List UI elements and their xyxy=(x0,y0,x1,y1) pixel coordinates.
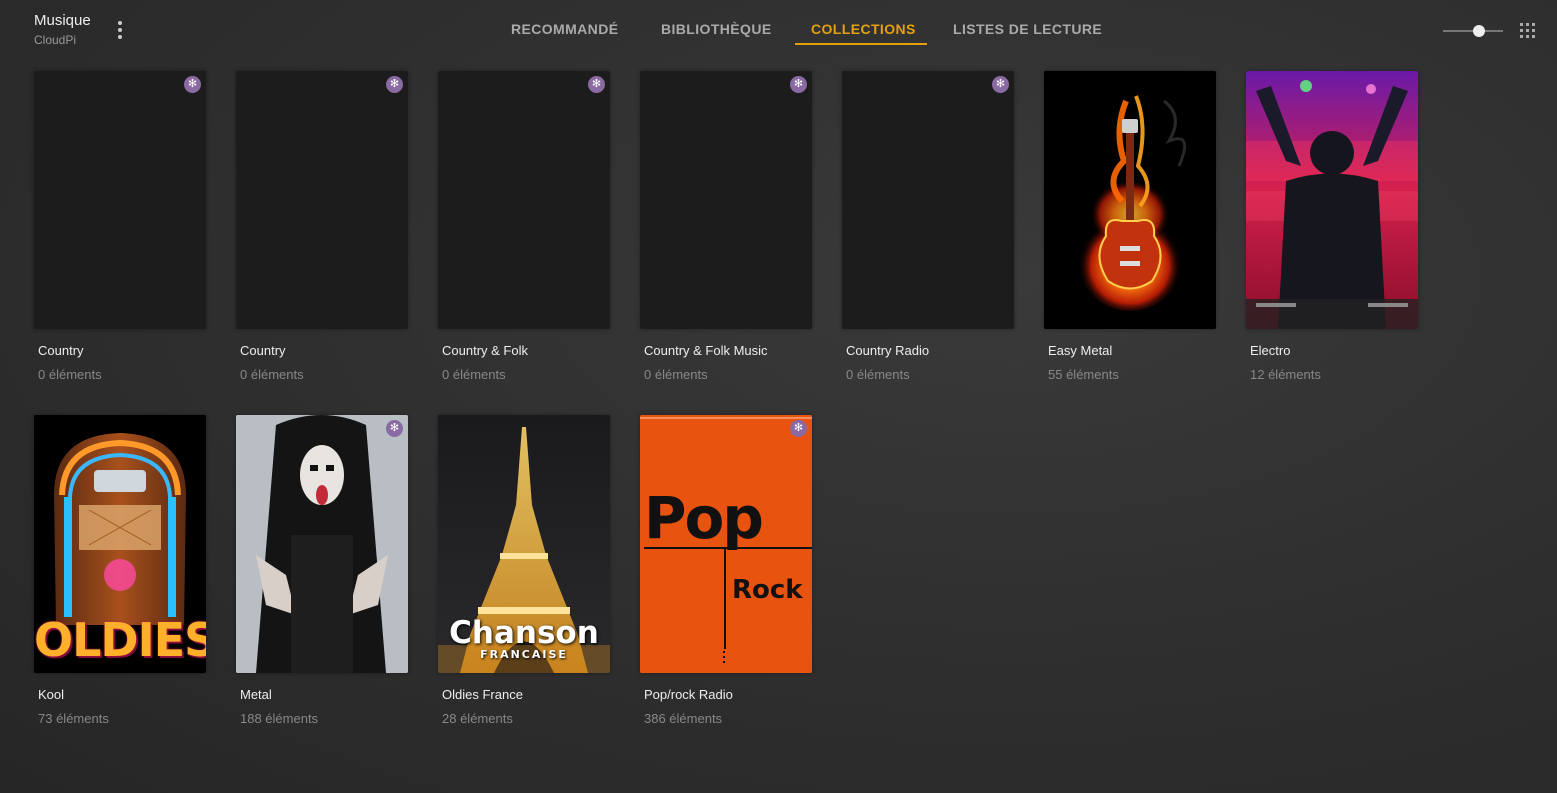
active-tab-indicator xyxy=(795,43,927,45)
gear-icon: ✻ xyxy=(790,420,807,437)
collection-card[interactable]: OLDIES Kool 73 éléments xyxy=(34,415,206,726)
gear-icon: ✻ xyxy=(790,76,807,93)
collection-count: 55 éléments xyxy=(1048,367,1119,382)
collection-poster[interactable]: ✻ xyxy=(640,71,812,329)
gear-icon: ✻ xyxy=(386,420,403,437)
collection-title[interactable]: Oldies France xyxy=(442,687,523,702)
poster-size-slider[interactable] xyxy=(1443,24,1503,38)
slider-thumb[interactable] xyxy=(1473,25,1485,37)
collection-card[interactable]: Electro 12 éléments xyxy=(1246,71,1418,382)
collection-title[interactable]: Electro xyxy=(1250,343,1290,358)
collection-count: 386 éléments xyxy=(644,711,723,726)
collection-title[interactable]: Country xyxy=(240,343,286,358)
top-bar: Musique CloudPi RECOMMANDÉ BIBLIOTHÈQUE … xyxy=(0,0,1557,60)
chanson-art-text: Chanson xyxy=(449,615,599,651)
tab-collections[interactable]: COLLECTIONS xyxy=(811,21,916,37)
collection-title[interactable]: Kool xyxy=(38,687,64,702)
collection-count: 12 éléments xyxy=(1250,367,1321,382)
collection-card[interactable]: ✻ Country & Folk Music 0 éléments xyxy=(640,71,812,382)
pop-art-text: Pop xyxy=(644,484,764,552)
collection-card[interactable]: Pop Rock ✻ Pop/rock Radio 386 éléments xyxy=(640,415,812,726)
view-mode-grid-icon[interactable] xyxy=(1519,22,1536,39)
collection-card[interactable]: Easy Metal 55 éléments xyxy=(1044,71,1216,382)
gear-icon: ✻ xyxy=(184,76,201,93)
collection-card[interactable]: ✻ Country 0 éléments xyxy=(236,71,408,382)
collection-title[interactable]: Country xyxy=(38,343,84,358)
collection-poster[interactable]: ✻ xyxy=(236,71,408,329)
collection-poster[interactable]: ✻ xyxy=(842,71,1014,329)
dj-concert-artwork xyxy=(1246,71,1418,329)
rock-art-subtext: Rock xyxy=(732,575,803,605)
collection-count: 0 éléments xyxy=(644,367,708,382)
collection-title[interactable]: Metal xyxy=(240,687,272,702)
collection-title[interactable]: Country & Folk xyxy=(442,343,528,358)
gear-icon: ✻ xyxy=(386,76,403,93)
collection-count: 0 éléments xyxy=(442,367,506,382)
collection-card[interactable]: ✻ Metal 188 éléments xyxy=(236,415,408,726)
collection-title[interactable]: Country & Folk Music xyxy=(644,343,768,358)
francaise-art-subtext: FRANCAISE xyxy=(480,648,568,661)
collection-card[interactable]: Chanson FRANCAISE Oldies France 28 éléme… xyxy=(438,415,610,726)
tab-playlists[interactable]: LISTES DE LECTURE xyxy=(953,21,1102,37)
collection-poster[interactable] xyxy=(1044,71,1216,329)
collection-count: 0 éléments xyxy=(38,367,102,382)
collection-count: 28 éléments xyxy=(442,711,513,726)
collection-card[interactable]: ✻ Country 0 éléments xyxy=(34,71,206,382)
tab-recommended[interactable]: RECOMMANDÉ xyxy=(511,21,618,37)
flaming-guitar-artwork xyxy=(1044,71,1216,329)
collection-card[interactable]: ✻ Country & Folk 0 éléments xyxy=(438,71,610,382)
metal-singer-artwork xyxy=(236,415,408,673)
collection-title[interactable]: Pop/rock Radio xyxy=(644,687,733,702)
oldies-art-text: OLDIES xyxy=(34,613,206,667)
gear-icon: ✻ xyxy=(588,76,605,93)
collection-title[interactable]: Easy Metal xyxy=(1048,343,1112,358)
collection-card[interactable]: ✻ Country Radio 0 éléments xyxy=(842,71,1014,382)
gear-icon: ✻ xyxy=(992,76,1009,93)
collection-poster[interactable]: OLDIES xyxy=(34,415,206,673)
collection-count: 73 éléments xyxy=(38,711,109,726)
tab-bar: RECOMMANDÉ BIBLIOTHÈQUE COLLECTIONS LIST… xyxy=(0,0,1557,60)
collection-poster[interactable]: ✻ xyxy=(34,71,206,329)
collection-count: 188 éléments xyxy=(240,711,319,726)
collection-poster[interactable]: Pop Rock ✻ xyxy=(640,415,812,673)
collection-poster[interactable]: ✻ xyxy=(236,415,408,673)
collection-poster[interactable]: Chanson FRANCAISE xyxy=(438,415,610,673)
tab-library[interactable]: BIBLIOTHÈQUE xyxy=(661,21,772,37)
collection-poster[interactable]: ✻ xyxy=(438,71,610,329)
collection-count: 0 éléments xyxy=(846,367,910,382)
collection-poster[interactable] xyxy=(1246,71,1418,329)
collection-count: 0 éléments xyxy=(240,367,304,382)
collection-title[interactable]: Country Radio xyxy=(846,343,929,358)
